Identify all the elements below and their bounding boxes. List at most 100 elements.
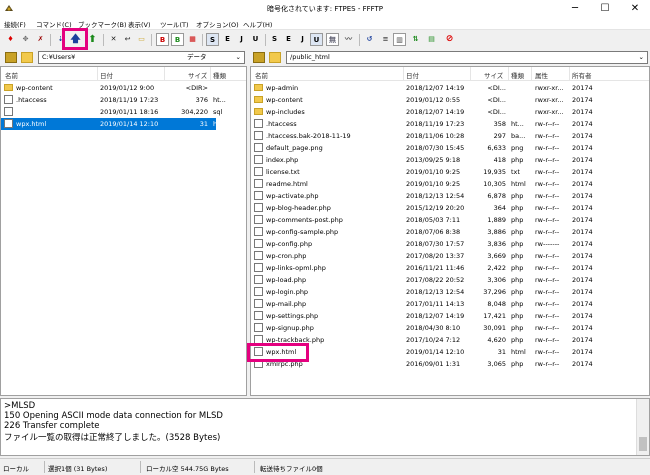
table-row[interactable]: wp-activate.php 2018/12/13 12:54 6,878 php r… — [251, 190, 649, 202]
table-row[interactable]: .htaccess 2018/11/19 17:23 376 ht... — [1, 94, 246, 106]
table-row[interactable]: default_page.png 2018/07/30 15:45 6,633 png… — [251, 142, 649, 154]
kanji-utf8-remote-icon[interactable]: U — [310, 33, 323, 46]
table-row[interactable]: wp-config-sample.php 2018/07/06 8:38 3,886… — [251, 226, 649, 238]
table-row[interactable]: wp-cron.php 2017/08/20 13:37 3,669 php rw-r-… — [251, 250, 649, 262]
menu-view[interactable]: 表示(V) — [128, 19, 151, 29]
table-row[interactable]: wp-content 2019/01/12 0:55 <DI... rwxr-xr..… — [251, 94, 649, 106]
detail-view-icon[interactable]: ▥ — [393, 33, 406, 46]
log-panel[interactable]: >MLSD 150 Opening ASCII mode data connec… — [0, 398, 650, 456]
table-row[interactable]: wp-links-opml.php 2016/11/21 11:46 2,422 ph… — [251, 262, 649, 274]
connect-icon[interactable]: ♦ — [4, 33, 17, 46]
disconnect-icon[interactable]: ✗ — [34, 33, 47, 46]
file-date: 2019/01/14 12:10 — [406, 348, 465, 356]
no-conversion-icon[interactable]: 無 — [326, 33, 339, 46]
local-parent-folder-icon[interactable] — [5, 52, 17, 63]
table-row[interactable]: wpx.html 2019/01/14 12:10 31 html rw-r--r-- 2… — [251, 346, 649, 358]
remote-file-list[interactable]: 名前 日付 サイズ 種類 属性 所有者 wp-admin 2018/12/07 1… — [250, 66, 650, 396]
table-row[interactable]: wp-load.php 2017/08/22 20:52 3,306 php rw-r-… — [251, 274, 649, 286]
stop-icon[interactable]: ⊘ — [443, 33, 456, 46]
table-row[interactable]: license.txt 2019/01/10 9:25 19,935 txt rw-r-… — [251, 166, 649, 178]
col-type[interactable]: 種類 — [213, 70, 226, 80]
kanji-jis-local-icon[interactable]: J — [235, 33, 248, 46]
remote-parent-folder-icon[interactable] — [253, 52, 265, 63]
table-row[interactable]: wp-config.php 2018/07/30 17:57 3,836 php rw-… — [251, 238, 649, 250]
file-owner: 20174 — [572, 336, 593, 344]
kanji-sjis-remote-icon[interactable]: S — [268, 33, 281, 46]
col-owner[interactable]: 所有者 — [572, 70, 592, 80]
table-row[interactable]: wp-trackback.php 2017/10/24 7:12 4,620 php r… — [251, 334, 649, 346]
table-row[interactable]: wp-content 2019/01/12 9:00 <DIR> — [1, 82, 246, 94]
file-size: <DI... — [487, 84, 506, 92]
file-icon — [254, 143, 263, 152]
kanji-euc-remote-icon[interactable]: E — [282, 33, 295, 46]
col-size[interactable]: サイズ — [188, 70, 207, 80]
close-button[interactable]: ✕ — [620, 0, 650, 17]
table-row[interactable]: .htaccess.bak-2018-11-19 2018/11/06 10:28… — [251, 130, 649, 142]
refresh-icon[interactable]: ↺ — [363, 33, 376, 46]
ascii-mode-icon[interactable]: B — [171, 33, 184, 46]
folder-icon — [254, 84, 263, 91]
local-file-list[interactable]: 名前 日付 サイズ 種類 wp-content 2019/01/12 9:00 <D… — [0, 66, 247, 396]
table-row[interactable]: wp-includes 2018/12/07 14:19 <DI... rwxr-xr… — [251, 106, 649, 118]
col-date[interactable]: 日付 — [406, 70, 419, 80]
table-row[interactable]: wpx.html 2019/01/14 12:10 31 html — [1, 118, 228, 130]
file-date: 2013/09/25 9:18 — [406, 156, 461, 164]
file-date: 2016/09/01 1:31 — [406, 360, 461, 368]
menu-help[interactable]: ヘルプ(H) — [243, 19, 272, 29]
list-view-icon[interactable]: ≡ — [379, 33, 392, 46]
chevron-down-icon[interactable]: ⌄ — [639, 52, 644, 63]
file-attr: rw-r--r-- — [535, 252, 560, 260]
table-row[interactable]: .htaccess 2018/11/19 17:23 358 ht... rw-r--r… — [251, 118, 649, 130]
col-name[interactable]: 名前 — [255, 70, 268, 80]
menu-options[interactable]: オプション(O) — [196, 19, 239, 29]
settings-icon[interactable]: ▤ — [425, 33, 438, 46]
table-row[interactable]: xmlrpc.php 2016/09/01 1:31 3,065 php rw-r--r… — [251, 358, 649, 370]
quick-connect-icon[interactable]: ✥ — [19, 33, 32, 46]
remote-open-folder-icon[interactable] — [269, 52, 281, 63]
log-scroll-thumb[interactable] — [639, 437, 647, 451]
table-row[interactable]: wp-blog-header.php 2015/12/19 20:20 364 php… — [251, 202, 649, 214]
col-size[interactable]: サイズ — [484, 70, 503, 80]
table-row[interactable]: wp-mail.php 2017/01/11 14:13 8,048 php rw-r-… — [251, 298, 649, 310]
menu-tools[interactable]: ツール(T) — [160, 19, 189, 29]
local-open-folder-icon[interactable] — [21, 52, 33, 63]
col-type[interactable]: 種類 — [511, 70, 524, 80]
rename-icon[interactable]: ↩ — [121, 33, 134, 46]
table-row[interactable]: wp-settings.php 2018/12/07 14:19 17,421 php… — [251, 310, 649, 322]
table-row[interactable]: 2019/01/11 18:16 304,220 sql — [1, 106, 246, 118]
file-date: 2019/01/10 9:25 — [406, 180, 461, 188]
col-date[interactable]: 日付 — [100, 70, 113, 80]
local-path-input[interactable]: C:¥Users¥ データ ⌄ — [38, 51, 245, 64]
auto-mode-icon[interactable]: ▦ — [186, 33, 199, 46]
table-row[interactable]: wp-signup.php 2018/04/30 8:10 30,091 php rw-… — [251, 322, 649, 334]
kanji-utf8-local-icon[interactable]: U — [249, 33, 262, 46]
col-name[interactable]: 名前 — [5, 70, 18, 80]
file-attr: rw-r--r-- — [535, 348, 560, 356]
file-owner: 20174 — [572, 348, 593, 356]
kanji-sjis-local-icon[interactable]: S — [206, 33, 219, 46]
log-scrollbar[interactable] — [636, 399, 649, 455]
remote-path-bar: /public_html ⌄ — [250, 50, 650, 65]
remote-path-input[interactable]: /public_html ⌄ — [286, 51, 648, 64]
half-kana-icon[interactable]: 〰 — [342, 33, 355, 46]
file-type: php — [511, 156, 524, 164]
file-name: index.php — [266, 156, 299, 164]
chevron-down-icon[interactable]: ⌄ — [236, 52, 241, 63]
binary-mode-icon[interactable]: B — [156, 33, 169, 46]
minimize-button[interactable]: ─ — [560, 0, 590, 17]
delete-icon[interactable]: ✕ — [107, 33, 120, 46]
col-attr[interactable]: 属性 — [535, 70, 548, 80]
table-row[interactable]: index.php 2013/09/25 9:18 418 php rw-r--r-- 2… — [251, 154, 649, 166]
sync-folder-icon[interactable]: ⇅ — [409, 33, 422, 46]
file-type: php — [511, 228, 524, 236]
table-row[interactable]: wp-admin 2018/12/07 14:19 <DI... rwxr-xr...… — [251, 82, 649, 94]
local-path-dropdown[interactable]: データ — [187, 52, 207, 63]
new-folder-icon[interactable]: ▭ — [135, 33, 148, 46]
kanji-jis-remote-icon[interactable]: J — [296, 33, 309, 46]
table-row[interactable]: readme.html 2019/01/10 9:25 10,305 html rw-r… — [251, 178, 649, 190]
table-row[interactable]: wp-login.php 2018/12/13 12:54 37,296 php rw-… — [251, 286, 649, 298]
kanji-euc-local-icon[interactable]: E — [221, 33, 234, 46]
menu-connect[interactable]: 接続(F) — [4, 19, 26, 29]
maximize-button[interactable]: ☐ — [590, 0, 620, 17]
table-row[interactable]: wp-comments-post.php 2018/05/03 7:11 1,889… — [251, 214, 649, 226]
